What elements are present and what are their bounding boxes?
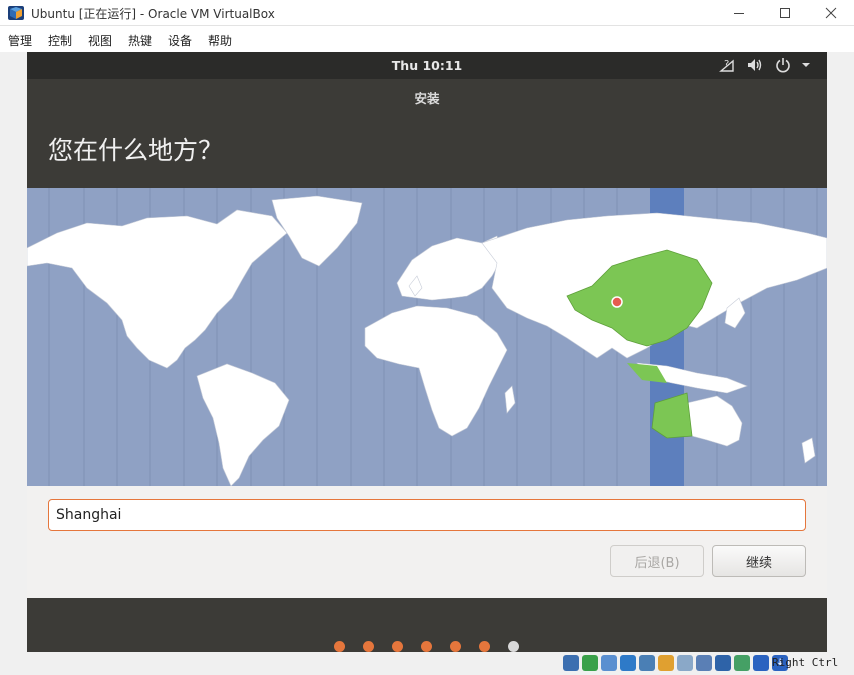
usb-icon[interactable] bbox=[639, 655, 655, 671]
window-titlebar[interactable]: Ubuntu [正在运行] - Oracle VM VirtualBox bbox=[0, 0, 854, 26]
menu-control[interactable]: 控制 bbox=[48, 32, 72, 49]
installer-progress-bar bbox=[27, 598, 827, 652]
guest-display[interactable]: Thu 10:11 ? 安装 您在什么地方？ Shanghai 后退(B) 继续 bbox=[27, 52, 827, 652]
close-icon bbox=[825, 7, 837, 19]
menu-devices[interactable]: 设备 bbox=[168, 32, 192, 49]
menu-hotkeys[interactable]: 热键 bbox=[128, 32, 152, 49]
network-icon[interactable] bbox=[620, 655, 636, 671]
host-key-label: Right Ctrl bbox=[772, 656, 839, 669]
minimize-button[interactable] bbox=[716, 0, 762, 26]
virtualbox-window: Ubuntu [正在运行] - Oracle VM VirtualBox 管理 … bbox=[0, 0, 854, 675]
progress-dot bbox=[450, 641, 461, 652]
hard-disk-icon[interactable] bbox=[563, 655, 579, 671]
cpu-icon[interactable] bbox=[715, 655, 731, 671]
timezone-map[interactable] bbox=[27, 188, 827, 486]
location-pin bbox=[611, 296, 623, 308]
audio-icon[interactable] bbox=[601, 655, 617, 671]
vm-status-bar: ↓ Right Ctrl bbox=[0, 652, 854, 675]
status-icons: ↓ bbox=[563, 655, 788, 671]
installer-header: 安装 您在什么地方？ bbox=[27, 79, 827, 188]
gnome-top-bar: Thu 10:11 ? bbox=[27, 52, 827, 79]
maximize-button[interactable] bbox=[762, 0, 808, 26]
location-input[interactable] bbox=[48, 499, 806, 531]
menu-help[interactable]: 帮助 bbox=[208, 32, 232, 49]
video-capture-icon[interactable] bbox=[696, 655, 712, 671]
maximize-icon bbox=[780, 8, 790, 18]
accessibility-icon[interactable]: ? bbox=[719, 57, 735, 73]
virtualbox-icon bbox=[8, 6, 24, 20]
installer-title: 安装 bbox=[414, 91, 440, 106]
keyboard-icon[interactable] bbox=[753, 655, 769, 671]
progress-dot bbox=[363, 641, 374, 652]
shared-folders-icon[interactable] bbox=[658, 655, 674, 671]
continue-button[interactable]: 继续 bbox=[712, 545, 806, 577]
minimize-icon bbox=[734, 13, 744, 14]
progress-dot bbox=[479, 641, 490, 652]
clock[interactable]: Thu 10:11 bbox=[27, 58, 827, 73]
chevron-down-icon[interactable] bbox=[800, 57, 812, 73]
progress-dot bbox=[421, 641, 432, 652]
optical-drive-icon[interactable] bbox=[582, 655, 598, 671]
window-title: Ubuntu [正在运行] - Oracle VM VirtualBox bbox=[31, 7, 275, 21]
menu-machine[interactable]: 管理 bbox=[8, 32, 32, 49]
progress-dots bbox=[334, 641, 519, 652]
menu-view[interactable]: 视图 bbox=[88, 32, 112, 49]
power-icon[interactable] bbox=[775, 57, 791, 73]
mouse-integration-icon[interactable] bbox=[734, 655, 750, 671]
back-button[interactable]: 后退(B) bbox=[610, 545, 704, 577]
volume-icon[interactable] bbox=[746, 57, 762, 73]
progress-dot bbox=[334, 641, 345, 652]
close-button[interactable] bbox=[808, 0, 854, 26]
progress-dot-current bbox=[508, 641, 519, 652]
progress-dot bbox=[392, 641, 403, 652]
display-icon[interactable] bbox=[677, 655, 693, 671]
page-heading: 您在什么地方？ bbox=[48, 136, 224, 165]
menu-bar: 管理 控制 视图 热键 设备 帮助 bbox=[0, 26, 854, 52]
installer-window: 安装 您在什么地方？ Shanghai 后退(B) 继续 bbox=[27, 79, 827, 598]
